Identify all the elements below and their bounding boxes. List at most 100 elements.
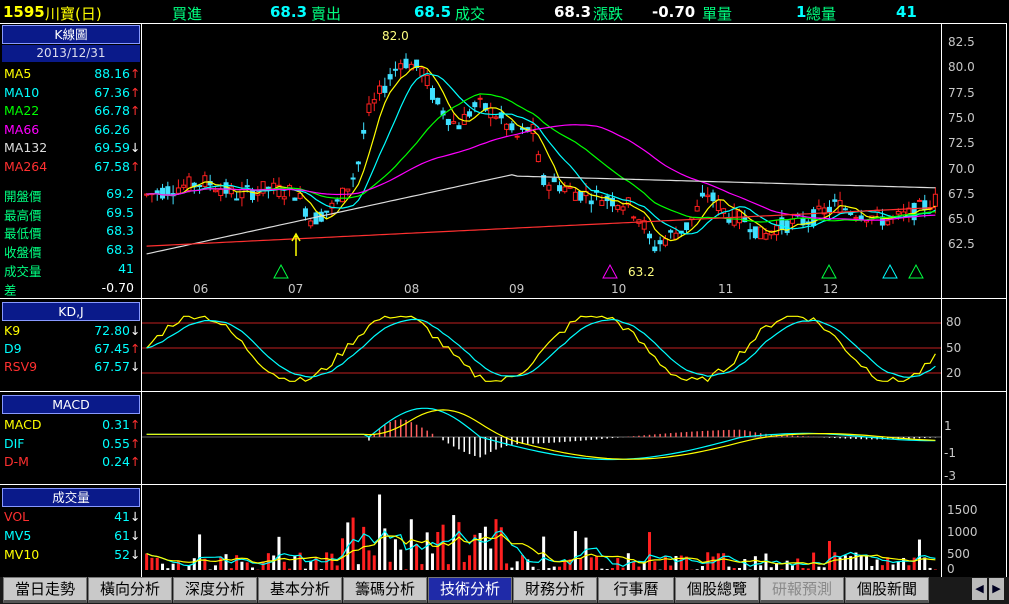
volume-bar xyxy=(198,534,202,570)
candle-body xyxy=(345,188,351,192)
candle-body xyxy=(308,220,314,227)
volume-bar xyxy=(558,566,562,570)
volume-bar xyxy=(595,556,599,570)
volume-bar xyxy=(610,568,614,570)
volume-bar xyxy=(388,561,392,570)
tab-5[interactable]: 技術分析 xyxy=(428,577,512,603)
tab-scroll-right-button[interactable]: ▶ xyxy=(989,578,1004,600)
tab-1[interactable]: 橫向分析 xyxy=(88,577,172,603)
volume-bar xyxy=(870,565,874,570)
candle-body xyxy=(456,125,462,130)
volume-bar xyxy=(319,569,323,570)
tab-bar: ◀ ▶ 當日走勢 橫向分析 深度分析 基本分析 籌碼分析 技術分析 財務分析 行事曆 個股總覽研… xyxy=(0,577,1009,604)
volume-bar xyxy=(303,568,307,570)
tab-7[interactable]: 行事曆 xyxy=(598,577,674,603)
volume-bar xyxy=(245,562,249,570)
volume-bar xyxy=(933,569,937,570)
date-axis-tick: 09 xyxy=(509,282,525,296)
tab-0[interactable]: 當日走勢 xyxy=(3,577,87,603)
candle-body xyxy=(684,222,690,231)
volume-bar xyxy=(399,549,403,570)
tab-3[interactable]: 基本分析 xyxy=(258,577,342,603)
volume-bar xyxy=(489,548,493,570)
volume-bar xyxy=(886,557,890,570)
candle-body xyxy=(752,226,758,239)
candle-body xyxy=(350,177,356,180)
candle-body xyxy=(302,208,308,217)
volume-bar xyxy=(483,526,487,570)
volume-bar xyxy=(272,555,276,570)
candle-body xyxy=(694,205,700,212)
volume-bar xyxy=(404,569,408,570)
candle-body xyxy=(647,233,653,239)
candle-body xyxy=(451,121,457,124)
price-axis-tick: 65.0 xyxy=(948,212,975,227)
volume-bar xyxy=(224,554,228,570)
tab-10[interactable]: 個股新聞 xyxy=(845,577,929,603)
volume-bar xyxy=(505,563,509,570)
candle-body xyxy=(514,135,520,138)
tab-scroll-left-button[interactable]: ◀ xyxy=(972,578,987,600)
technical-chart[interactable]: 82.0 63.2 xyxy=(0,0,1009,577)
candle-body xyxy=(504,123,510,130)
candle-body xyxy=(223,182,229,194)
volume-bar xyxy=(716,553,720,570)
tab-4[interactable]: 籌碼分析 xyxy=(343,577,427,603)
price-axis-tick: 62.5 xyxy=(948,237,975,252)
candle-body xyxy=(175,187,181,194)
volume-bar xyxy=(229,568,233,570)
ma264-line xyxy=(146,206,936,247)
candle-body xyxy=(699,192,705,197)
candle-body xyxy=(181,184,187,188)
volume-bar xyxy=(309,560,313,570)
candle-body xyxy=(631,216,637,219)
volume-bar xyxy=(822,567,826,570)
volume-bar xyxy=(669,565,673,570)
volume-bar xyxy=(520,555,524,570)
tab-6[interactable]: 財務分析 xyxy=(513,577,597,603)
volume-bar xyxy=(912,557,916,570)
volume-bar xyxy=(446,564,450,570)
price-axis-tick: 82.5 xyxy=(948,35,975,49)
candle-body xyxy=(652,246,658,252)
candle-body xyxy=(657,240,663,245)
price-axis-tick: 70.0 xyxy=(948,161,975,176)
volume-bar xyxy=(648,532,652,570)
candle-body xyxy=(445,118,451,126)
volume-bar xyxy=(462,561,466,570)
price-axis-tick: 80.0 xyxy=(948,60,975,75)
candle-body xyxy=(403,58,409,69)
volume-bar xyxy=(907,565,911,570)
price-axis-tick: 77.5 xyxy=(948,85,975,100)
candle-body xyxy=(355,161,361,165)
volume-axis-tick: 1500 xyxy=(947,503,978,517)
volume-bar xyxy=(732,568,736,570)
volume-bar xyxy=(457,522,461,570)
volume-bar xyxy=(896,561,900,570)
candle-body xyxy=(572,191,578,201)
candle-body xyxy=(916,199,922,202)
tab-2[interactable]: 深度分析 xyxy=(173,577,257,603)
volume-bar xyxy=(653,561,657,570)
signal-triangle-icon xyxy=(882,263,898,279)
candle-body xyxy=(705,194,711,198)
volume-bar xyxy=(330,553,334,570)
candle-body xyxy=(197,185,203,188)
volume-bar xyxy=(695,569,699,570)
up-arrow-icon xyxy=(291,232,301,256)
candle-body xyxy=(662,238,668,246)
tab-9[interactable]: 研報預測 xyxy=(760,577,844,603)
candle-body xyxy=(392,68,398,71)
candle-body xyxy=(361,129,367,134)
volume-bar xyxy=(812,552,816,570)
volume-bar xyxy=(145,553,149,570)
candle-body xyxy=(334,199,340,202)
candle-body xyxy=(424,74,430,87)
volume-bar xyxy=(436,531,440,570)
volume-bar xyxy=(785,560,789,570)
volume-bar xyxy=(171,563,175,570)
candle-body xyxy=(313,212,319,225)
tab-8[interactable]: 個股總覽 xyxy=(675,577,759,603)
volume-bar xyxy=(859,554,863,570)
volume-bar xyxy=(563,560,567,570)
